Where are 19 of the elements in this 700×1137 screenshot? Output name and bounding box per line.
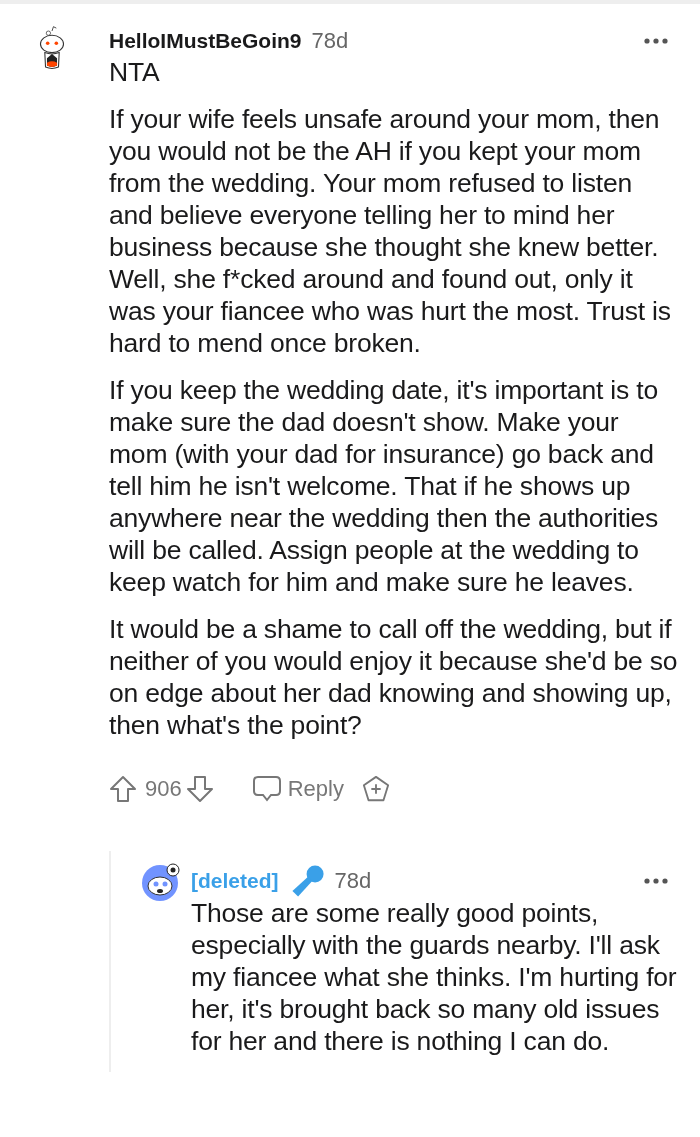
username[interactable]: [deleted] [191,869,279,893]
award-icon[interactable] [361,775,390,803]
username[interactable]: HelloIMustBeGoin9 [109,29,302,53]
comment-paragraph: Those are some really good points, especially with the guards nearby. I'll ask my fiancee what she thinks. I'm hurting for her, it's brought back so many old issues for her and there is nothing I can do. [191,897,678,1057]
upvote-icon[interactable] [109,775,137,803]
comment-paragraph: NTA [109,56,161,88]
avatar-icon [141,862,181,902]
comment-paragraph: If you keep the wedding date, it's important is to make sure the dad doesn't show. Make your mom (with your dad for insurance) go back and tell him he isn't welcome. That if he shows up anywhere near the wedding then the authorities will be called. Assign people at the wedding to keep watch for him and make sure he leaves. [109,374,660,598]
microphone-icon [290,864,325,898]
more-options-icon[interactable] [644,878,668,884]
comment-icon [251,775,282,803]
comment-age: 78d [311,28,349,54]
comment-paragraph: It would be a shame to call off the wedding, but if neither of you would enjoy it because she'd be so on edge about her dad knowing and showing up, then what's the point? [109,613,679,741]
vote-count: 906 [145,776,182,802]
comment-age: 78d [334,868,372,894]
downvote-icon[interactable] [185,775,214,803]
reply-button[interactable]: Reply [251,775,344,803]
more-options-icon[interactable] [644,38,668,44]
comment-paragraph: If your wife feels unsafe around your mom, then you would not be the AH if you kept your mom from the wedding. Your mom refused to listen and believe everyone telling her to mind her business because she thought she knew better. Well, she f*cked around and found out, only it was your fiancee who was hurt the most. Trust is hard to mend once broken. [109,103,672,359]
